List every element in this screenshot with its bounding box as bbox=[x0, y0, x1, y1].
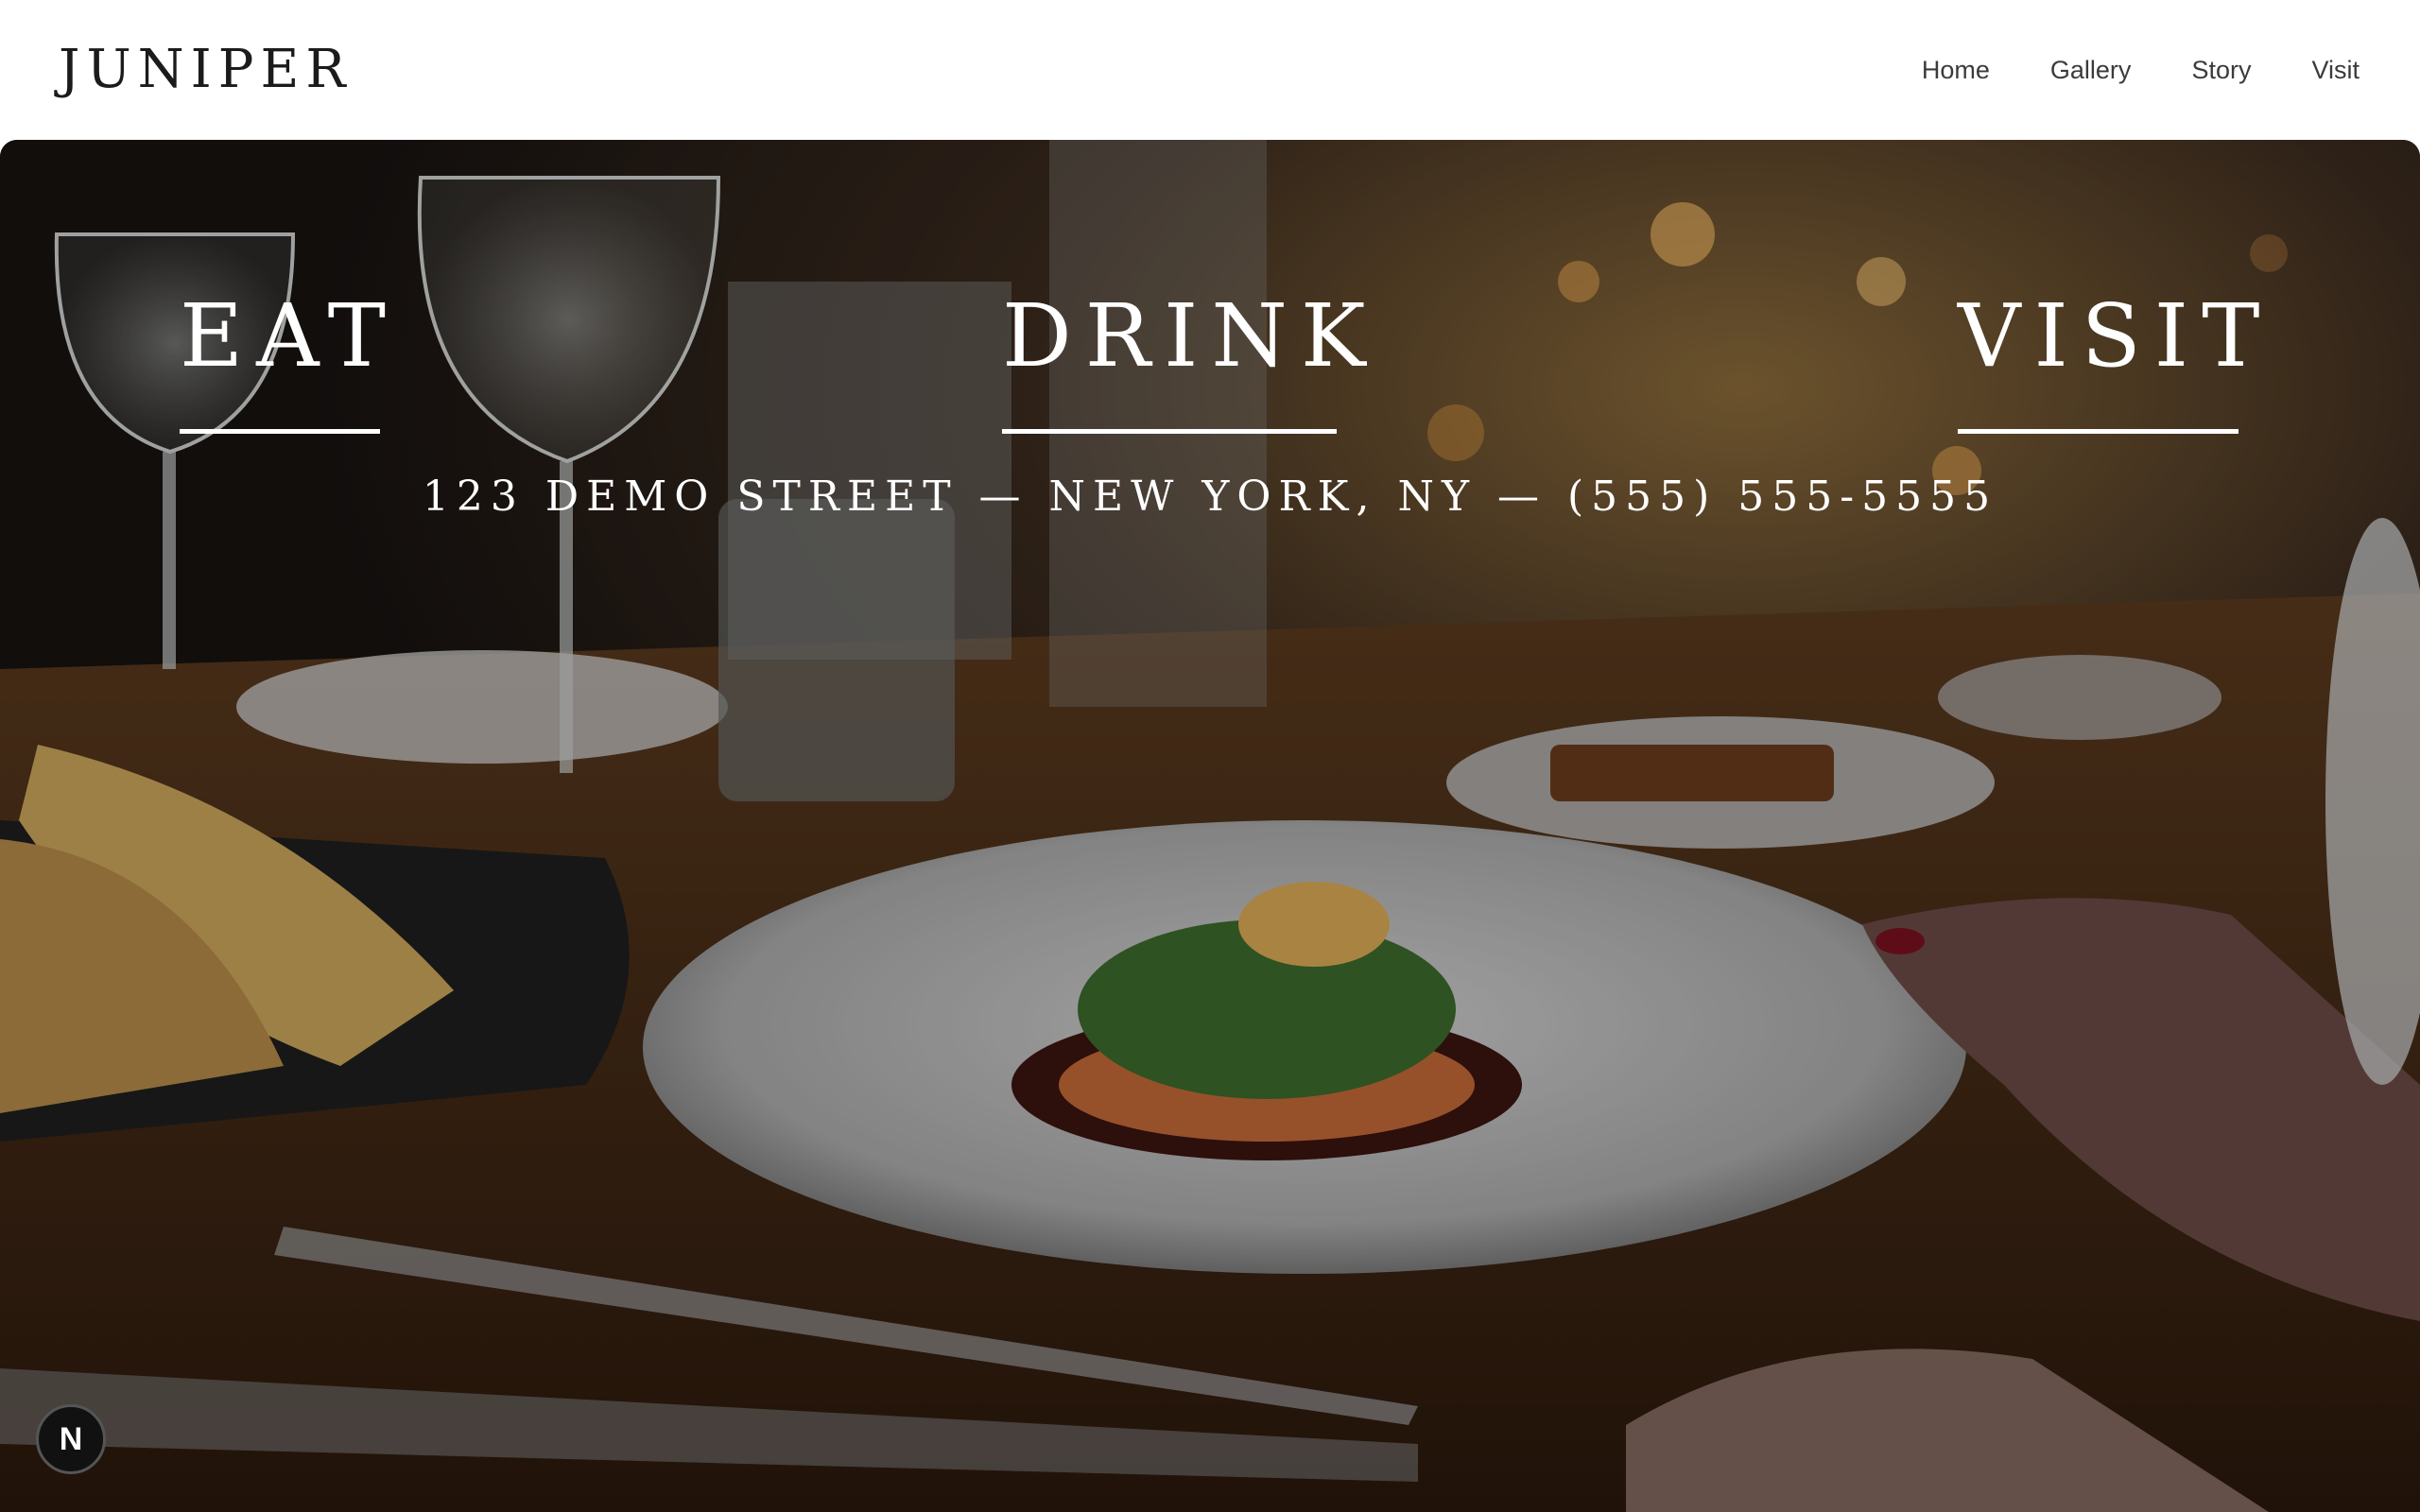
eat-underline bbox=[180, 429, 380, 434]
nav-gallery[interactable]: Gallery bbox=[2050, 47, 2132, 93]
badge-label: N bbox=[59, 1420, 83, 1457]
drink-underline bbox=[1002, 429, 1337, 434]
visit-link[interactable]: VISIT bbox=[1958, 280, 2273, 434]
eat-link[interactable]: EAT bbox=[180, 280, 399, 434]
main-nav: Home Gallery Story Visit bbox=[1922, 47, 2360, 93]
visit-label: VISIT bbox=[1958, 285, 2273, 387]
hero-section: EAT DRINK VISIT 123 DEMO STREET — NEW YO… bbox=[0, 140, 2420, 1512]
visit-underline bbox=[1958, 429, 2238, 434]
eat-label: EAT bbox=[180, 285, 399, 387]
drink-link[interactable]: DRINK bbox=[1002, 280, 1379, 434]
site-header: JUNIPER Home Gallery Story Visit bbox=[0, 0, 2420, 140]
nav-story[interactable]: Story bbox=[2191, 47, 2251, 93]
nav-home[interactable]: Home bbox=[1922, 47, 1990, 93]
address-text: 123 DEMO STREET — NEW YORK, NY — (555) 5… bbox=[422, 472, 1998, 521]
nextjs-icon[interactable]: N bbox=[36, 1404, 106, 1474]
drink-label: DRINK bbox=[1002, 285, 1379, 387]
nav-visit[interactable]: Visit bbox=[2311, 47, 2360, 93]
logo[interactable]: JUNIPER bbox=[59, 32, 353, 108]
